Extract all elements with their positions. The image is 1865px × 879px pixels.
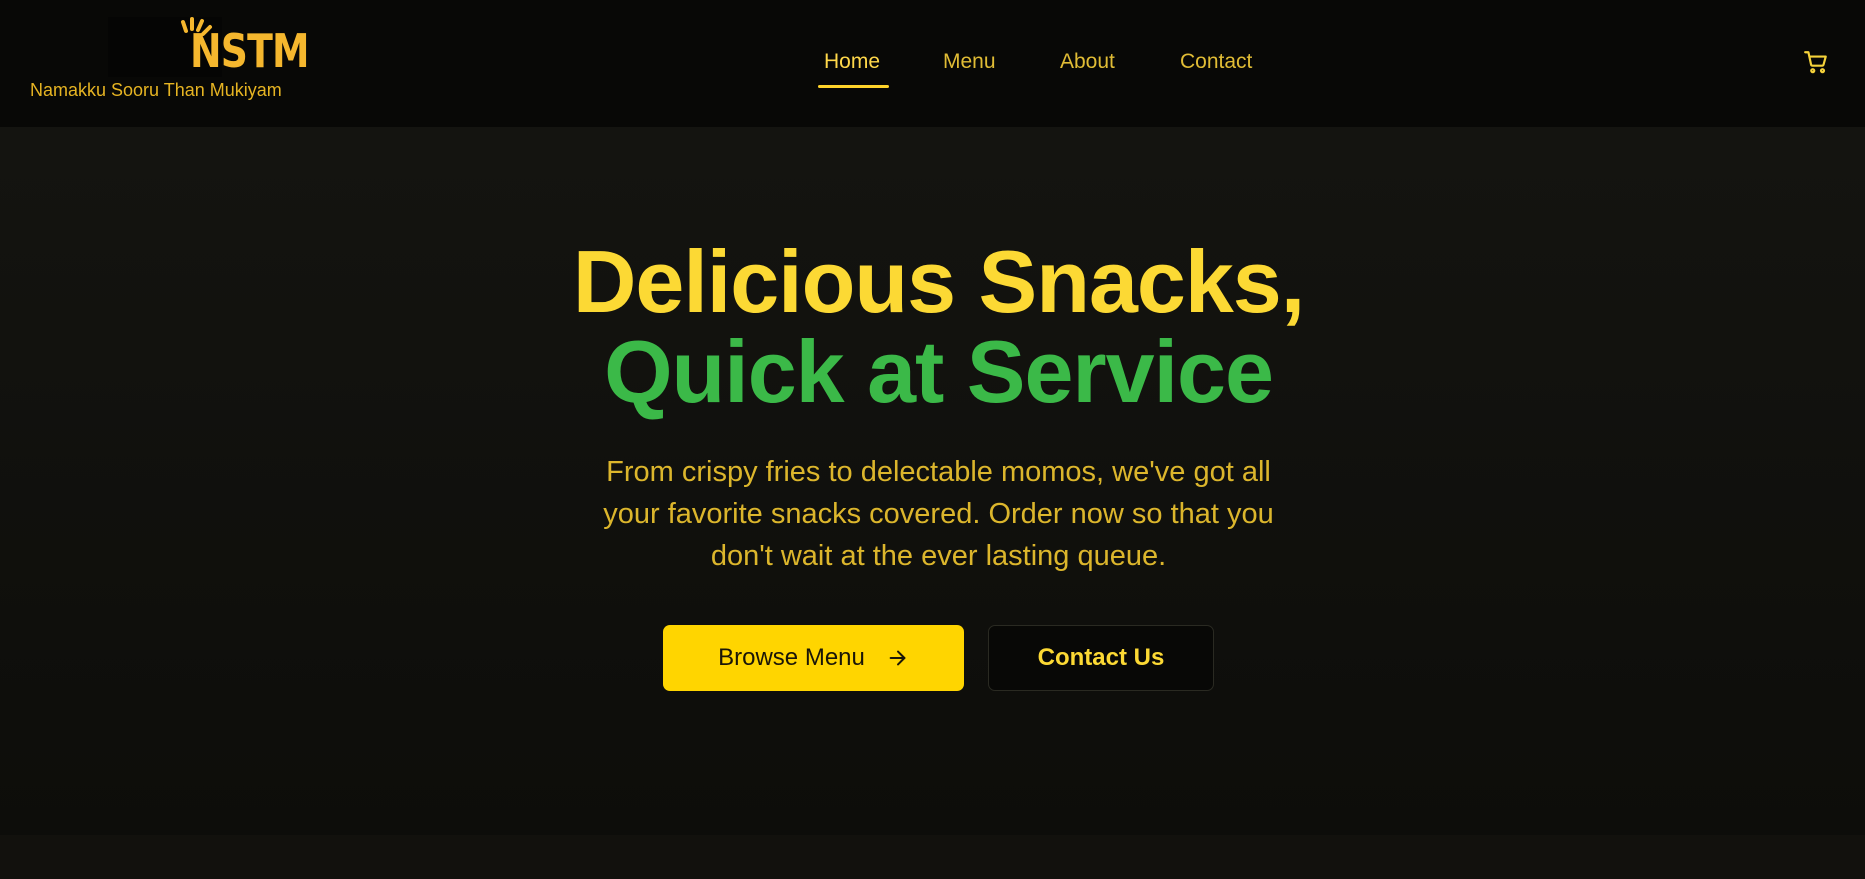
- browse-menu-button[interactable]: Browse Menu: [663, 625, 964, 691]
- next-section-strip: [0, 835, 1865, 879]
- nav-contact[interactable]: Contact: [1180, 48, 1252, 76]
- nav-about[interactable]: About: [1060, 48, 1115, 76]
- hero-title-line2: Quick at Service: [604, 322, 1274, 421]
- nav-home[interactable]: Home: [824, 48, 880, 76]
- nav-menu[interactable]: Menu: [943, 48, 996, 76]
- contact-us-button[interactable]: Contact Us: [988, 625, 1214, 691]
- hero-subtitle: From crispy fries to delectable momos, w…: [603, 456, 1274, 572]
- cart-icon: [1804, 51, 1827, 74]
- hero-title-line1: Delicious Snacks,: [572, 232, 1305, 331]
- arrow-right-icon: [887, 647, 909, 669]
- cart-button[interactable]: [1803, 49, 1829, 75]
- browse-menu-label: Browse Menu: [718, 644, 865, 671]
- main-nav: Home Menu About Contact: [0, 44, 1865, 86]
- site-header: NSTM Namakku Sooru Than Mukiyam Home Men…: [0, 0, 1865, 127]
- active-nav-indicator: [818, 85, 889, 88]
